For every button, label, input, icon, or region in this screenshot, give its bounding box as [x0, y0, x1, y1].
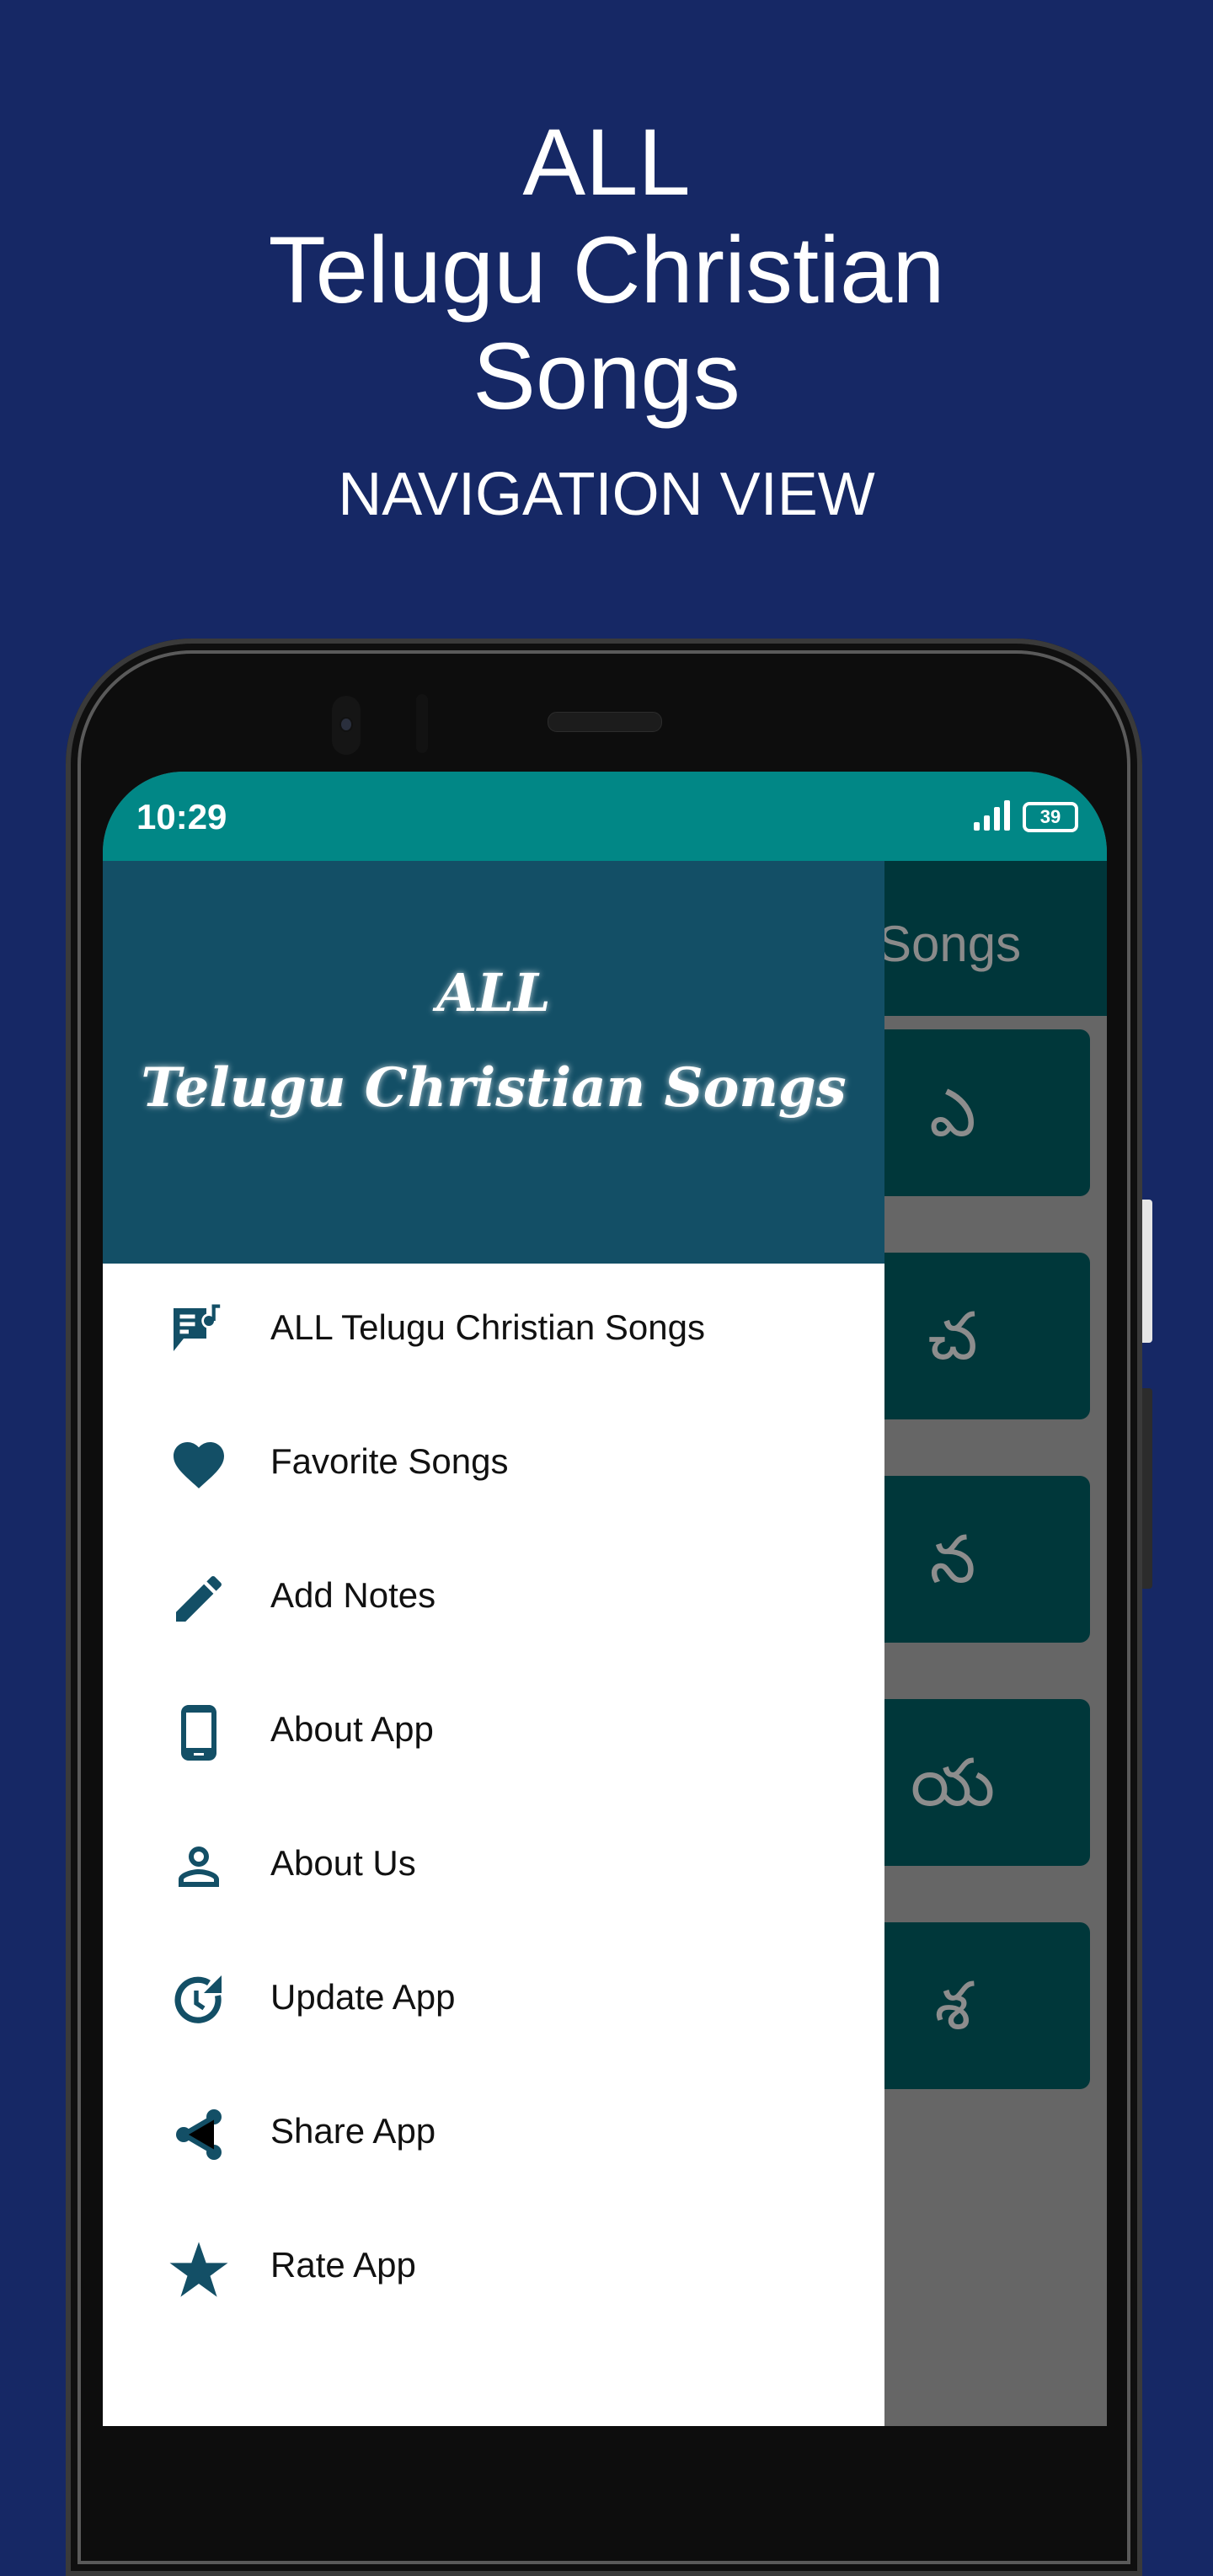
drawer-header-title-line1: ALL: [436, 962, 551, 1023]
menu-item-favorite-songs[interactable]: Favorite Songs: [103, 1398, 884, 1531]
menu-item-label: Rate App: [270, 2245, 416, 2285]
volume-button: [1142, 1388, 1152, 1589]
menu-item-label: About App: [270, 1709, 434, 1749]
update-icon: [168, 1970, 229, 2031]
promo-title-line1: ALL: [522, 110, 691, 215]
menu-item-label: Favorite Songs: [270, 1441, 509, 1481]
person-icon: [168, 1836, 229, 1897]
signal-icon: [974, 800, 1011, 831]
drawer-header: ALL Telugu Christian Songs: [103, 861, 884, 1264]
heart-icon: [168, 1435, 229, 1495]
proximity-sensor: [416, 694, 428, 753]
menu-item-label: Update App: [270, 1977, 456, 2017]
promo-title-line3: Songs: [473, 323, 740, 429]
pencil-icon: [168, 1569, 229, 1629]
menu-item-update-app[interactable]: Update App: [103, 1933, 884, 2067]
phone-icon: [168, 1702, 229, 1763]
phone-screen: 10:29 39 Songs ఎ చ న య శ ALL Telugu Chri…: [103, 772, 1107, 2426]
song-lyrics-icon: [168, 1301, 229, 1361]
star-icon: [168, 2238, 229, 2299]
navigation-drawer: ALL Telugu Christian Songs ALL Telugu Ch…: [103, 861, 884, 2426]
promo-title-line2: Telugu Christian: [268, 217, 945, 323]
app-toolbar-title: Songs: [878, 916, 1022, 972]
status-bar: 10:29 39: [103, 772, 1107, 861]
camera-lens: [341, 719, 351, 730]
menu-item-label: About Us: [270, 1843, 416, 1883]
menu-item-label: Add Notes: [270, 1575, 436, 1615]
front-camera: [332, 696, 361, 755]
menu-item-about-us[interactable]: About Us: [103, 1799, 884, 1933]
menu-item-share-app[interactable]: Share App: [103, 2067, 884, 2201]
menu-item-label: ALL Telugu Christian Songs: [270, 1307, 705, 1347]
status-time: 10:29: [136, 797, 227, 836]
menu-item-rate-app[interactable]: Rate App: [103, 2201, 884, 2335]
menu-item-all-songs[interactable]: ALL Telugu Christian Songs: [103, 1264, 884, 1398]
battery-icon: 39: [1023, 802, 1078, 832]
earpiece-speaker: [548, 712, 662, 732]
menu-item-about-app[interactable]: About App: [103, 1665, 884, 1799]
power-button: [1142, 1200, 1152, 1343]
promo-subtitle: NAVIGATION VIEW: [338, 461, 875, 528]
share-icon: [168, 2104, 229, 2165]
menu-item-label: Share App: [270, 2111, 436, 2151]
menu-item-add-notes[interactable]: Add Notes: [103, 1531, 884, 1665]
drawer-header-title-line2: Telugu Christian Songs: [141, 1056, 847, 1120]
